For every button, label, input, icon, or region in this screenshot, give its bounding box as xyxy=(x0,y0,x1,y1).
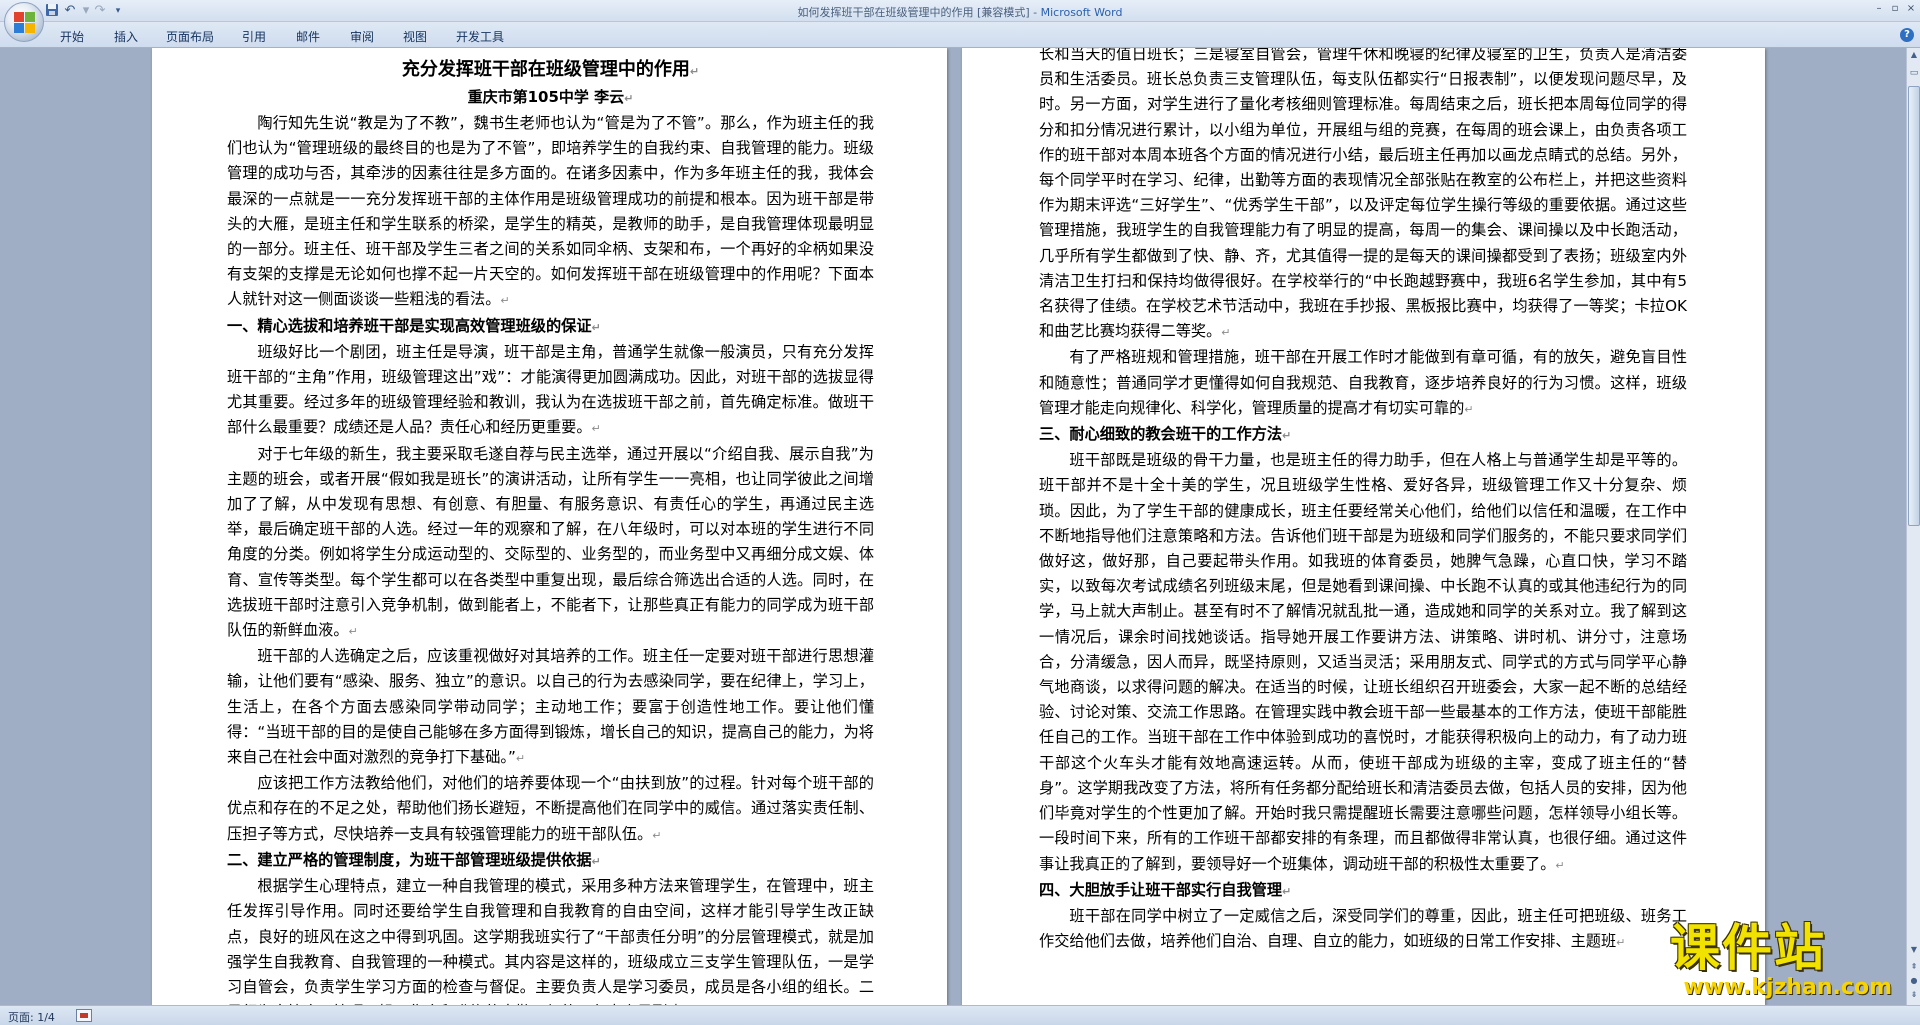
paragraph-text: 长和当天的值日班长；三是寝室自管会，管理午休和晚寝的纪律及寝室的卫生，负责人是清… xyxy=(1039,48,1687,341)
paragraph-mark: ↵ xyxy=(500,294,510,308)
paragraph-text: 应该把工作方法教给他们，对他们的培养要体现一个“由扶到放”的过程。针对每个班干部… xyxy=(227,774,874,843)
help-icon[interactable]: ? xyxy=(1900,28,1914,42)
browse-object-icon[interactable]: ● xyxy=(1908,974,1920,988)
close-icon[interactable]: × xyxy=(1904,2,1918,16)
vertical-scrollbar[interactable]: ▲ ▭ ▼ ⇞ ● ⇟ xyxy=(1906,48,1920,1005)
paragraph-mark: ↵ xyxy=(1555,858,1565,872)
paragraph-text: 班干部在同学中树立了一定威信之后，深受同学们的尊重，因此，班主任可把班级、班务工… xyxy=(1039,906,1687,951)
document-page-2: 长和当天的值日班长；三是寝室自管会，管理午休和晚寝的纪律及寝室的卫生，负责人是清… xyxy=(962,48,1765,1005)
paragraph-mark: ↵ xyxy=(1282,429,1292,443)
paragraph-mark: ↵ xyxy=(348,625,358,639)
paragraph: 长和当天的值日班长；三是寝室自管会，管理午休和晚寝的纪律及寝室的卫生，负责人是清… xyxy=(1039,48,1687,345)
save-icon[interactable] xyxy=(44,3,60,19)
paragraph-text: 对于七年级的新生，我主要采取毛遂自荐与民主选举，通过开展以“介绍自我、展示自我”… xyxy=(227,444,874,640)
window-title-app: Microsoft Word xyxy=(1040,6,1123,19)
status-bar: 页面: 1/4 xyxy=(0,1005,1920,1025)
paragraph-text: 三、耐心细致的教会班干的工作方法 xyxy=(1039,425,1282,444)
section-heading: 一、精心选拔和培养班干部是实现高效管理班级的保证↵ xyxy=(227,314,874,340)
tab-view[interactable]: 视图 xyxy=(403,28,427,45)
office-logo-icon xyxy=(14,12,36,34)
title-bar: 如何发挥班干部在班级管理中的作用 [兼容模式] - Microsoft Word… xyxy=(0,0,1920,22)
tab-references[interactable]: 引用 xyxy=(242,28,266,45)
window-title-doc: 如何发挥班干部在班级管理中的作用 [兼容模式] - xyxy=(797,6,1041,19)
paragraph-mark: ↵ xyxy=(1221,326,1231,340)
office-button[interactable] xyxy=(4,2,44,42)
paragraph: 班干部既是班级的骨干力量，也是班主任的得力助手，但在人格上与普通学生却是平等的。… xyxy=(1039,448,1687,877)
paragraph-text: 班级好比一个剧团，班主任是导演，班干部是主角，普通学生就像一般演员，只有充分发挥… xyxy=(227,342,874,437)
tab-insert[interactable]: 插入 xyxy=(114,28,138,45)
section-heading: 二、建立严格的管理制度，为班干部管理班级提供依据↵ xyxy=(227,848,874,874)
next-page-icon[interactable]: ⇟ xyxy=(1908,988,1920,1002)
tab-page-layout[interactable]: 页面布局 xyxy=(166,28,214,45)
paragraph: 班干部的人选确定之后，应该重视做好对其培养的工作。班主任一定要对班干部进行思想灌… xyxy=(227,644,874,771)
minimize-icon[interactable]: – xyxy=(1872,2,1886,16)
watermark-url: www.kjzhan.com xyxy=(1683,975,1892,1000)
paragraph-text: 四、大胆放手让班干部实行自我管理 xyxy=(1039,880,1282,899)
paragraph: 有了严格班规和管理措施，班干部在开展工作时才能做到有章可循，有的放矢，避免盲目性… xyxy=(1039,345,1687,422)
watermark-logo-text: 课件站 xyxy=(1670,919,1826,977)
paragraph: 班级好比一个剧团，班主任是导演，班干部是主角，普通学生就像一般演员，只有充分发挥… xyxy=(227,340,874,442)
scroll-down-icon[interactable]: ▼ xyxy=(1908,943,1920,957)
paragraph-mark: ↵ xyxy=(1616,936,1626,950)
document-title: 充分发挥班干部在班级管理中的作用↵ xyxy=(401,59,700,80)
window-title: 如何发挥班干部在班级管理中的作用 [兼容模式] - Microsoft Word xyxy=(0,4,1920,20)
paragraph: 班干部在同学中树立了一定威信之后，深受同学们的尊重，因此，班主任可把班级、班务工… xyxy=(1039,904,1687,955)
undo-icon[interactable]: ↶ xyxy=(62,3,78,19)
document-byline: 重庆市第105中学 李云↵ xyxy=(467,88,634,106)
paragraph-mark: ↵ xyxy=(652,828,662,842)
paragraph: 对于七年级的新生，我主要采取毛遂自荐与民主选举，通过开展以“介绍自我、展示自我”… xyxy=(227,442,874,645)
scroll-thumb[interactable] xyxy=(1908,86,1920,526)
paragraph-text: 根据学生心理特点，建立一种自我管理的模式，采用多种方法来管理学生，在管理中，班主… xyxy=(227,877,874,1005)
paragraph-mark: ↵ xyxy=(515,752,526,766)
paragraph-text: 班干部的人选确定之后，应该重视做好对其培养的工作。班主任一定要对班干部进行思想灌… xyxy=(227,647,874,767)
paragraph-text: 一、精心选拔和培养班干部是实现高效管理班级的保证 xyxy=(227,316,592,335)
section-heading: 四、大胆放手让班干部实行自我管理↵ xyxy=(1039,878,1687,904)
paragraph-text: 有了严格班规和管理措施，班干部在开展工作时才能做到有章可循，有的放矢，避免盲目性… xyxy=(1039,348,1687,417)
paragraph: 根据学生心理特点，建立一种自我管理的模式，采用多种方法来管理学生，在管理中，班主… xyxy=(227,874,874,1005)
tab-review[interactable]: 审阅 xyxy=(350,28,374,45)
tab-developer[interactable]: 开发工具 xyxy=(456,28,504,45)
paragraph-mark: ↵ xyxy=(591,422,601,436)
watermark-logo: 课件站 www.kjzhan.com xyxy=(1670,920,1900,1004)
page-1-text[interactable]: 充分发挥班干部在班级管理中的作用↵ 重庆市第105中学 李云↵ 陶行知先生说“教… xyxy=(227,56,874,1005)
tab-home[interactable]: 开始 xyxy=(60,28,84,45)
page-2-text[interactable]: 长和当天的值日班长；三是寝室自管会，管理午休和晚寝的纪律及寝室的卫生，负责人是清… xyxy=(1039,48,1687,955)
scroll-up-icon[interactable]: ▲ xyxy=(1908,48,1920,62)
redo-icon[interactable]: ↷ xyxy=(92,3,108,19)
paragraph-mark: ↵ xyxy=(591,854,601,868)
paragraph-mark: ↵ xyxy=(1282,884,1292,898)
ribbon-tabs: 开始 插入 页面布局 引用 邮件 审阅 视图 开发工具 ? xyxy=(0,22,1920,48)
paragraph-text: 陶行知先生说“教是为了不教”，魏书生老师也认为“管是为了不管”。那么，作为班主任… xyxy=(227,114,874,309)
document-page-1: 充分发挥班干部在班级管理中的作用↵ 重庆市第105中学 李云↵ 陶行知先生说“教… xyxy=(152,48,947,1005)
paragraph-mark: ↵ xyxy=(1464,402,1474,416)
paragraph: 陶行知先生说“教是为了不教”，魏书生老师也认为“管是为了不管”。那么，作为班主任… xyxy=(227,111,874,314)
proofing-status-icon[interactable] xyxy=(76,1009,92,1022)
maximize-icon[interactable]: ▫ xyxy=(1888,2,1902,16)
customize-toolbar-icon[interactable]: ▾ xyxy=(110,3,126,19)
section-heading: 三、耐心细致的教会班干的工作方法↵ xyxy=(1039,422,1687,448)
status-page-info[interactable]: 页面: 1/4 xyxy=(8,1009,55,1025)
document-workspace: 充分发挥班干部在班级管理中的作用↵ 重庆市第105中学 李云↵ 陶行知先生说“教… xyxy=(0,48,1906,1005)
paragraph-text: 二、建立严格的管理制度，为班干部管理班级提供依据 xyxy=(227,850,592,869)
previous-page-icon[interactable]: ⇞ xyxy=(1908,960,1920,974)
ruler-toggle-icon[interactable]: ▭ xyxy=(1908,66,1920,80)
paragraph: 应该把工作方法教给他们，对他们的培养要体现一个“由扶到放”的过程。针对每个班干部… xyxy=(227,771,874,848)
tab-mailings[interactable]: 邮件 xyxy=(296,28,320,45)
paragraph-mark: ↵ xyxy=(591,320,601,334)
paragraph-text: 班干部既是班级的骨干力量，也是班主任的得力助手，但在人格上与普通学生却是平等的。… xyxy=(1039,451,1687,873)
